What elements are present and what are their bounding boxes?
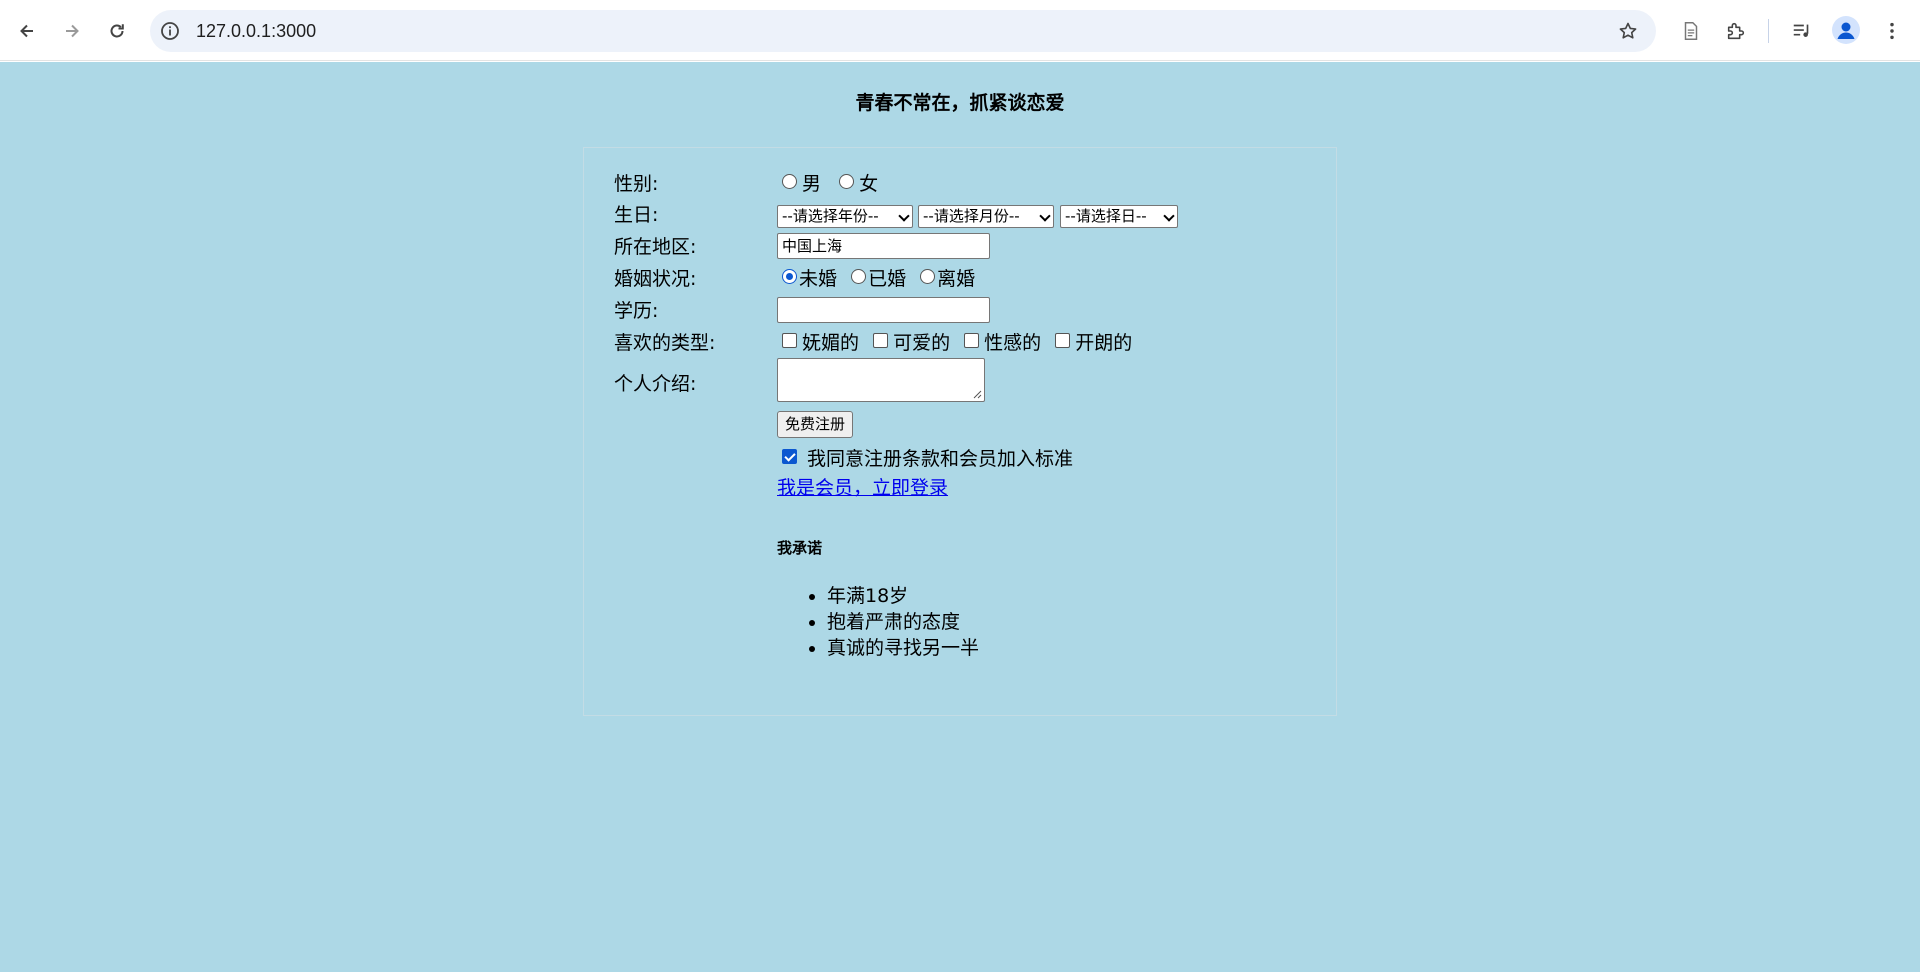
marital-divorced-radio[interactable]	[920, 269, 936, 284]
url-text[interactable]: 127.0.0.1:3000	[196, 21, 316, 41]
media-control-icon[interactable]	[1790, 19, 1814, 43]
gender-field: 男 女	[777, 172, 878, 196]
type-charming-checkbox[interactable]	[782, 333, 797, 348]
marital-single-radio[interactable]	[782, 269, 797, 284]
register-button[interactable]: 免费注册	[777, 411, 854, 438]
birthday-label: 生日:	[614, 204, 659, 226]
gender-male-label: 男	[802, 173, 822, 195]
marital-single-label: 未婚	[799, 268, 838, 290]
reload-icon	[110, 24, 124, 38]
gender-male-radio[interactable]	[782, 174, 797, 189]
chevron-down-icon	[1039, 210, 1051, 222]
toolbar-divider	[1768, 19, 1769, 43]
education-label: 学历:	[614, 300, 659, 322]
marital-married-label: 已婚	[868, 268, 907, 290]
resize-grip-icon[interactable]	[973, 390, 982, 399]
type-sexy-checkbox[interactable]	[964, 333, 980, 348]
day-select[interactable]: --请选择日--	[1060, 205, 1178, 228]
year-select[interactable]: --请选择年份--	[777, 205, 913, 228]
forward-button[interactable]	[56, 15, 88, 47]
agree-label: 我同意注册条款和会员加入标准	[807, 448, 1074, 470]
type-sexy-label: 性感的	[984, 332, 1042, 354]
promise-item: 真诚的寻找另一半	[827, 635, 979, 661]
login-link-wrapper: 我是会员，立即登录	[777, 476, 948, 500]
region-label: 所在地区:	[614, 236, 697, 258]
region-input[interactable]: 中国上海	[777, 233, 990, 259]
month-select[interactable]: --请选择月份--	[918, 205, 1054, 228]
arrow-right-icon	[66, 24, 79, 38]
page-viewport: 青春不常在，抓紧谈恋爱 性别: 男 女 生日: --请选择年份-- --请选择月…	[0, 62, 1920, 972]
agree-checkbox[interactable]	[782, 449, 797, 464]
bookmark-star-icon[interactable]	[1618, 21, 1638, 41]
agree-field: 我同意注册条款和会员加入标准	[777, 447, 1073, 471]
profile-avatar-icon[interactable]	[1832, 16, 1860, 44]
type-cute-label: 可爱的	[893, 332, 951, 354]
chevron-down-icon	[898, 210, 910, 222]
type-charming-label: 妩媚的	[802, 332, 860, 354]
type-cheerful-label: 开朗的	[1075, 332, 1133, 354]
promise-item: 抱着严肃的态度	[827, 609, 979, 635]
marital-married-radio[interactable]	[851, 269, 867, 284]
login-link[interactable]: 我是会员，立即登录	[777, 477, 948, 499]
intro-label: 个人介绍:	[614, 373, 697, 395]
kebab-menu-icon[interactable]	[1880, 19, 1904, 43]
browser-toolbar: 127.0.0.1:3000	[0, 0, 1920, 61]
type-cute-checkbox[interactable]	[873, 333, 889, 348]
reading-mode-icon[interactable]	[1679, 19, 1703, 43]
site-info-icon[interactable]	[160, 21, 180, 41]
birthday-field: --请选择年份-- --请选择月份-- --请选择日--	[777, 205, 1178, 229]
reload-button[interactable]	[101, 15, 133, 47]
year-select-value: --请选择年份--	[782, 207, 879, 225]
education-input[interactable]	[777, 297, 990, 323]
promise-item: 年满18岁	[827, 583, 979, 609]
type-cheerful-checkbox[interactable]	[1055, 333, 1071, 348]
marital-field: 未婚 已婚 离婚	[777, 267, 975, 291]
intro-textarea[interactable]	[777, 358, 985, 402]
types-label: 喜欢的类型:	[614, 332, 716, 354]
day-select-value: --请选择日--	[1065, 207, 1147, 225]
page-title: 青春不常在，抓紧谈恋爱	[855, 92, 1065, 114]
types-field: 妩媚的 可爱的 性感的 开朗的	[777, 331, 1132, 355]
gender-female-label: 女	[859, 173, 879, 195]
gender-female-radio[interactable]	[839, 174, 855, 189]
month-select-value: --请选择月份--	[923, 207, 1020, 225]
promise-list: 年满18岁 抱着严肃的态度 真诚的寻找另一半	[777, 583, 979, 661]
chevron-down-icon	[1163, 210, 1175, 222]
marital-divorced-label: 离婚	[937, 268, 976, 290]
promise-title: 我承诺	[777, 539, 823, 557]
address-bar[interactable]: 127.0.0.1:3000	[150, 10, 1656, 52]
gender-label: 性别:	[614, 173, 659, 195]
back-button[interactable]	[11, 15, 43, 47]
extensions-puzzle-icon[interactable]	[1724, 19, 1748, 43]
marital-label: 婚姻状况:	[614, 268, 697, 290]
promise-title-wrapper: 我承诺	[777, 535, 822, 560]
arrow-left-icon	[20, 24, 33, 38]
